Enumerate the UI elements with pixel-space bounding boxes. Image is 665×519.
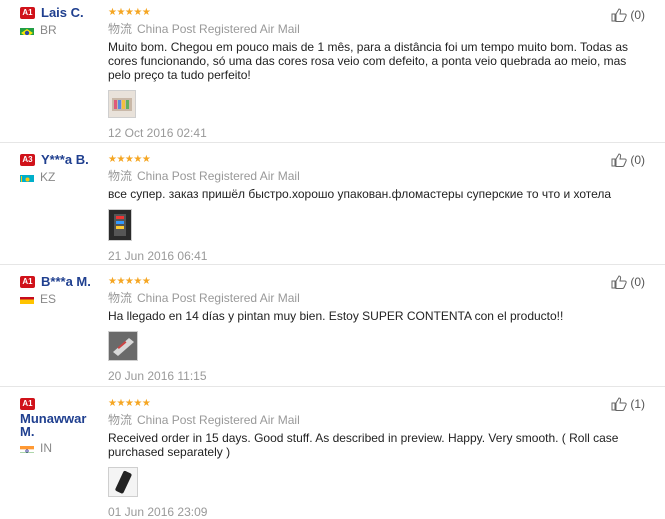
buyer-level-badge: A1 [20,276,35,288]
review-content: ★★★★★ 物流 China Post Registered Air Mail … [108,153,638,263]
star-rating: ★★★★★ [108,155,150,165]
review-content: ★★★★★ 物流 China Post Registered Air Mail … [108,6,638,140]
review-content: ★★★★★ 物流 China Post Registered Air Mail … [108,275,638,383]
review-text: все супер. заказ пришёл быстро.хорошо уп… [108,187,638,201]
buyer-info: A1 Munawwar M. IN [20,397,104,455]
buyer-level-badge: A3 [20,154,35,166]
india-flag-icon [20,443,34,453]
review-photo-thumbnail[interactable] [108,331,138,361]
review-date: 12 Oct 2016 02:41 [108,126,638,140]
buyer-info: A3 Y***a B. KZ [20,153,104,184]
logistics-method: China Post Registered Air Mail [137,22,300,36]
review-item: A1 Lais C. BR ★★★★★ 物流 China Post Regist… [0,0,665,143]
star-rating: ★★★★★ [108,8,150,18]
star-rating: ★★★★★ [108,399,150,409]
thumbs-up-icon [611,275,627,289]
helpful-button[interactable]: (0) [611,153,645,167]
country-code: IN [40,441,52,455]
logistics-method: China Post Registered Air Mail [137,291,300,305]
buyer-name[interactable]: Munawwar M. [20,412,100,438]
kazakhstan-flag-icon [20,172,34,182]
country-code: BR [40,23,57,37]
buyer-name[interactable]: Lais C. [41,6,84,20]
buyer-info: A1 B***a M. ES [20,275,104,306]
helpful-button[interactable]: (1) [611,397,645,411]
brazil-flag-icon [20,25,34,35]
spain-flag-icon [20,294,34,304]
review-text: Received order in 15 days. Good stuff. A… [108,431,638,459]
logistics-method: China Post Registered Air Mail [137,169,300,183]
review-item: A1 B***a M. ES ★★★★★ 物流 China Post Regis… [0,265,665,387]
helpful-count: (0) [630,275,645,289]
buyer-info: A1 Lais C. BR [20,6,104,37]
helpful-count: (0) [630,8,645,22]
review-photo-thumbnail[interactable] [108,467,138,497]
logistics-method: China Post Registered Air Mail [137,413,300,427]
thumbs-up-icon [611,153,627,167]
country-code: ES [40,292,56,306]
review-text: Ha llegado en 14 días y pintan muy bien.… [108,309,638,323]
buyer-name[interactable]: B***a M. [41,275,91,289]
logistics-label: 物流 [108,411,132,428]
helpful-count: (0) [630,153,645,167]
review-date: 20 Jun 2016 11:15 [108,369,638,383]
review-text: Muito bom. Chegou em pouco mais de 1 mês… [108,40,638,82]
logistics-label: 物流 [108,167,132,184]
helpful-button[interactable]: (0) [611,275,645,289]
review-content: ★★★★★ 物流 China Post Registered Air Mail … [108,397,638,519]
logistics-label: 物流 [108,20,132,37]
review-date: 21 Jun 2016 06:41 [108,249,638,263]
buyer-level-badge: A1 [20,7,35,19]
review-photo-thumbnail[interactable] [108,90,136,118]
country-code: KZ [40,170,55,184]
buyer-name[interactable]: Y***a B. [41,153,89,167]
thumbs-up-icon [611,397,627,411]
helpful-button[interactable]: (0) [611,8,645,22]
helpful-count: (1) [630,397,645,411]
logistics-label: 物流 [108,289,132,306]
review-photo-thumbnail[interactable] [108,209,132,241]
review-item: A1 Munawwar M. IN ★★★★★ 物流 China Post Re… [0,387,665,517]
star-rating: ★★★★★ [108,277,150,287]
review-item: A3 Y***a B. KZ ★★★★★ 物流 China Post Regis… [0,143,665,265]
buyer-level-badge: A1 [20,398,35,410]
thumbs-up-icon [611,8,627,22]
